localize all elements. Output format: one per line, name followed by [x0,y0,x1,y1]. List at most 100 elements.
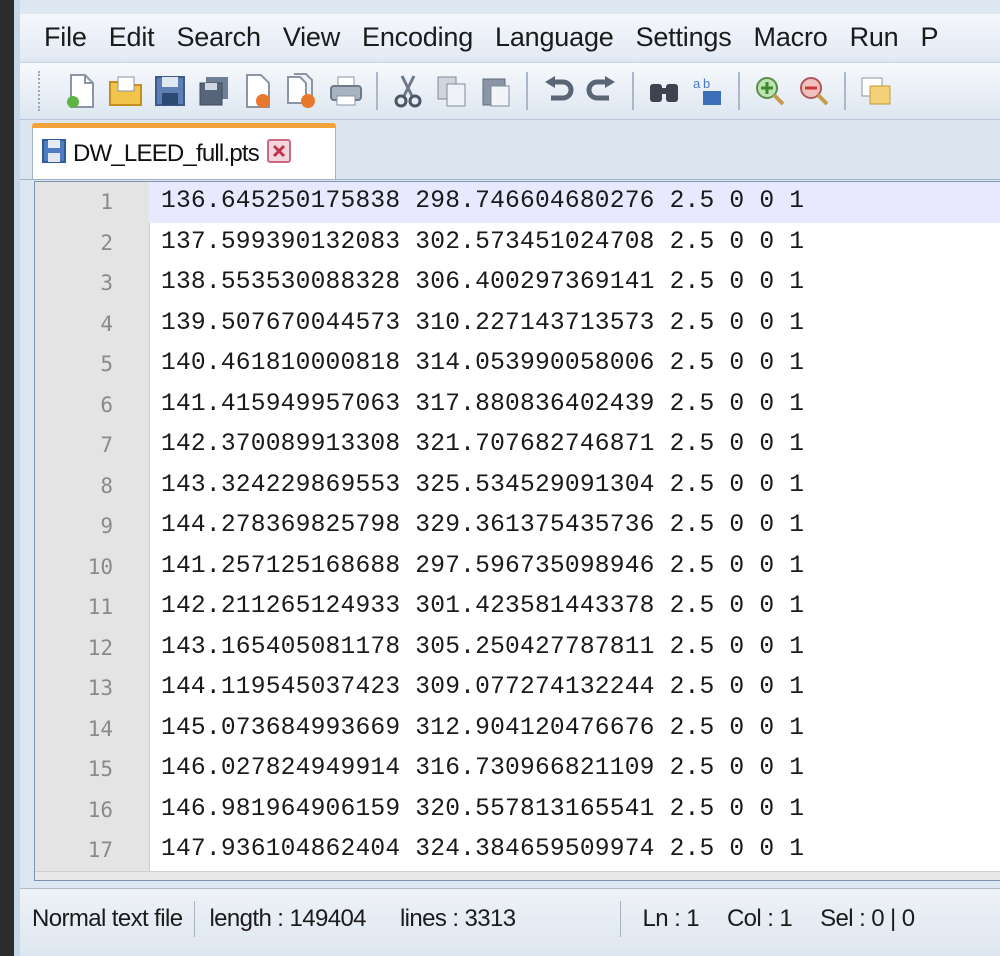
editor-line[interactable]: 5 140.461810000818 314.053990058006 2.5 0… [35,344,1000,385]
editor-line[interactable]: 2 137.599390132083 302.573451024708 2.5 0… [35,223,1000,264]
line-number: 9 [100,514,113,538]
line-text[interactable]: 138.553530088328 306.400297369141 2.5 0 … [149,263,1000,304]
menu-settings[interactable]: Settings [626,22,742,53]
line-number: 16 [87,797,113,822]
line-number: 7 [100,433,113,457]
line-text[interactable]: 141.257125168688 297.596735098946 2.5 0 … [149,547,1000,588]
new-file-icon[interactable] [62,71,102,111]
editor-line[interactable]: 9 144.278369825798 329.361375435736 2.5 0… [35,506,1000,547]
tab-bar: DW_LEED_full.pts [20,121,1000,180]
toolbar-separator [376,72,378,110]
line-text[interactable]: 145.073684993669 312.904120476676 2.5 0 … [149,709,1000,750]
editor-lines: 1 136.645250175838 298.746604680276 2.5 0… [35,182,1000,880]
save-icon[interactable] [150,71,190,111]
print-icon[interactable] [326,71,366,111]
zoom-out-icon[interactable] [794,71,834,111]
editor-line[interactable]: 1 136.645250175838 298.746604680276 2.5 0… [35,182,1000,223]
line-text[interactable]: 139.507670044573 310.227143713573 2.5 0 … [149,304,1000,345]
find-icon[interactable] [644,71,684,111]
line-number: 6 [100,392,113,417]
saved-file-icon [41,138,67,169]
line-number: 15 [87,757,113,781]
menu-bar: File Edit Search View Encoding Language … [20,14,1000,60]
editor-line[interactable]: 17 147.936104862404 324.384659509974 2.5 … [35,830,1000,871]
toolbar-grip[interactable] [38,71,46,111]
editor-line[interactable]: 3 138.553530088328 306.400297369141 2.5 0… [35,263,1000,304]
line-text[interactable]: 141.415949957063 317.880836402439 2.5 0 … [149,385,1000,426]
toolbar-separator [526,72,528,110]
line-number: 10 [87,554,113,579]
menu-encoding[interactable]: Encoding [352,22,483,53]
paste-icon[interactable] [476,71,516,111]
notepad-window: File Edit Search View Encoding Language … [14,0,1000,956]
line-text[interactable]: 136.645250175838 298.746604680276 2.5 0 … [149,182,1000,223]
status-length: length : 149404 [194,901,377,937]
line-text[interactable]: 142.211265124933 301.423581443378 2.5 0 … [149,587,1000,628]
line-number: 11 [87,595,113,619]
editor-line[interactable]: 7 142.370089913308 321.707682746871 2.5 0… [35,425,1000,466]
svg-text:a: a [693,76,701,91]
editor-line[interactable]: 15 146.027824949914 316.730966821109 2.5 … [35,749,1000,790]
toolbar-separator [738,72,740,110]
horizontal-scrollbar[interactable] [35,871,1000,880]
line-text[interactable]: 146.027824949914 316.730966821109 2.5 0 … [149,749,1000,790]
close-icon[interactable] [238,71,278,111]
menu-plugins[interactable]: P [911,22,949,53]
file-tab[interactable]: DW_LEED_full.pts [32,123,336,179]
menu-edit[interactable]: Edit [99,22,165,53]
status-column: Col : 1 [726,905,793,932]
line-text[interactable]: 142.370089913308 321.707682746871 2.5 0 … [149,425,1000,466]
status-lines: lines : 3313 [399,905,516,932]
open-file-icon[interactable] [106,71,146,111]
menu-search[interactable]: Search [166,22,270,53]
editor-line[interactable]: 14 145.073684993669 312.904120476676 2.5 … [35,709,1000,750]
editor-line[interactable]: 13 144.119545037423 309.077274132244 2.5 … [35,668,1000,709]
tab-label: DW_LEED_full.pts [73,139,260,167]
editor-line[interactable]: 12 143.165405081178 305.250427787811 2.5 … [35,628,1000,669]
menu-file[interactable]: File [34,22,97,53]
toolbar-separator [632,72,634,110]
line-number: 14 [87,716,113,741]
copy-icon[interactable] [432,71,472,111]
redo-icon[interactable] [582,71,622,111]
menu-run[interactable]: Run [840,22,909,53]
save-all-icon[interactable] [194,71,234,111]
editor-line[interactable]: 8 143.324229869553 325.534529091304 2.5 0… [35,466,1000,507]
cut-icon[interactable] [388,71,428,111]
toolbar: ab [20,62,1000,120]
undo-icon[interactable] [538,71,578,111]
status-file-type: Normal text file [32,905,183,932]
editor-line[interactable]: 4 139.507670044573 310.227143713573 2.5 0… [35,304,1000,345]
line-text[interactable]: 143.324229869553 325.534529091304 2.5 0 … [149,466,1000,507]
editor-line[interactable]: 16 146.981964906159 320.557813165541 2.5 … [35,790,1000,831]
menu-language[interactable]: Language [485,22,624,53]
line-text[interactable]: 140.461810000818 314.053990058006 2.5 0 … [149,344,1000,385]
line-text[interactable]: 137.599390132083 302.573451024708 2.5 0 … [149,223,1000,264]
line-text[interactable]: 144.119545037423 309.077274132244 2.5 0 … [149,668,1000,709]
line-number: 1 [100,190,113,214]
zoom-in-icon[interactable] [750,71,790,111]
svg-text:b: b [703,76,710,91]
editor-line[interactable]: 6 141.415949957063 317.880836402439 2.5 0… [35,385,1000,426]
menu-macro[interactable]: Macro [744,22,838,53]
line-number: 8 [100,473,113,498]
editor-line[interactable]: 10 141.257125168688 297.596735098946 2.5 … [35,547,1000,588]
tab-close-icon[interactable] [266,139,291,168]
menu-view[interactable]: View [273,22,350,53]
sync-icon[interactable] [856,71,896,111]
status-selection: Sel : 0 | 0 [820,905,915,932]
line-text[interactable]: 147.936104862404 324.384659509974 2.5 0 … [149,830,1000,871]
line-number: 3 [100,271,113,295]
line-text[interactable]: 143.165405081178 305.250427787811 2.5 0 … [149,628,1000,669]
line-text[interactable]: 144.278369825798 329.361375435736 2.5 0 … [149,506,1000,547]
editor-line[interactable]: 11 142.211265124933 301.423581443378 2.5 … [35,587,1000,628]
toolbar-separator [844,72,846,110]
line-number: 13 [87,676,113,700]
text-editor[interactable]: 1 136.645250175838 298.746604680276 2.5 0… [34,181,1000,881]
line-text[interactable]: 146.981964906159 320.557813165541 2.5 0 … [149,790,1000,831]
line-number: 12 [87,635,113,660]
status-line-number: Ln : 1 [619,901,711,937]
replace-icon[interactable]: ab [688,71,728,111]
close-all-icon[interactable] [282,71,322,111]
line-number: 4 [100,311,113,336]
